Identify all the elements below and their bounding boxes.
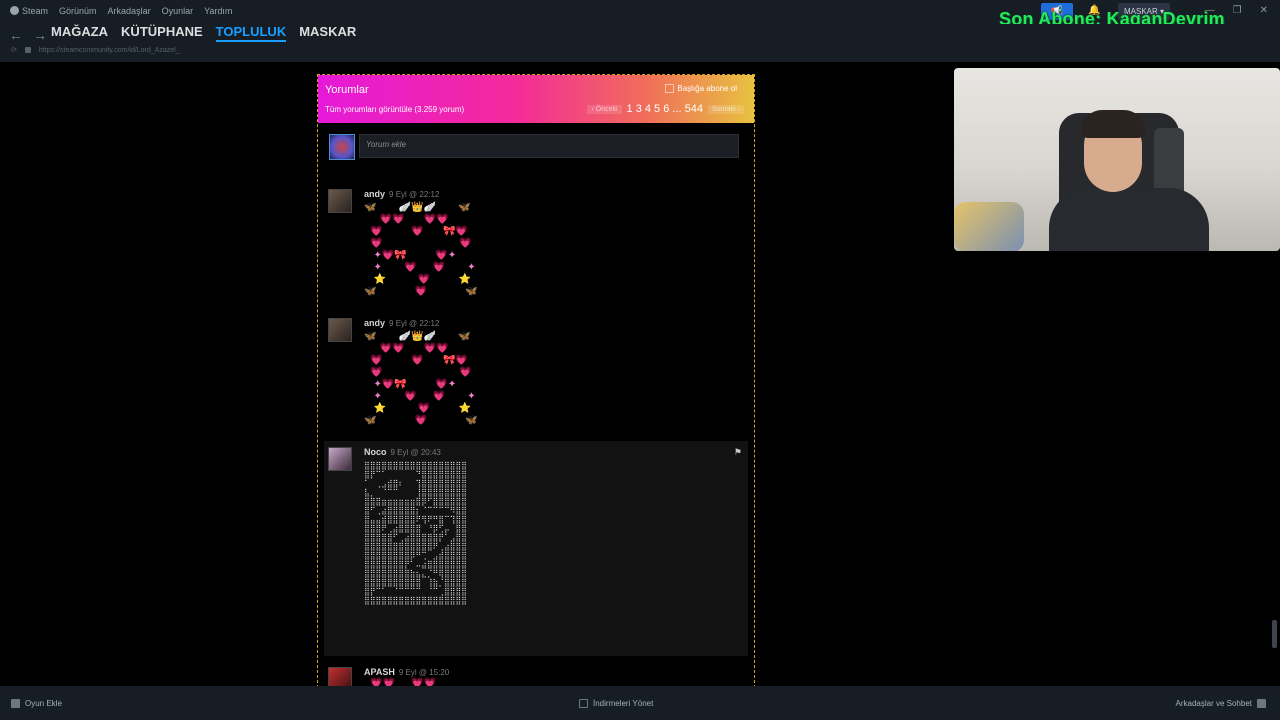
maximize-icon[interactable]: ❐	[1233, 5, 1242, 16]
friends-chat-button[interactable]: Arkadaşlar ve Sohbet	[1175, 699, 1266, 708]
commenter-name-text: APASH	[364, 667, 395, 677]
comment-input[interactable]: Yorum ekle	[359, 134, 739, 158]
menu-help[interactable]: Yardım	[204, 6, 232, 16]
menu-games[interactable]: Oyunlar	[162, 6, 194, 16]
top-menu: Steam Görünüm Arkadaşlar Oyunlar Yardım	[10, 6, 232, 16]
pagination: ‹ Önceki 1 3 4 5 6 ... 544 Sonraki ›	[587, 103, 744, 115]
comment-text: 🦋 🪽👑🪽 🦋 💗💗 💗💗 💗 💗 🎀💗 💗 💗 ✦💗🎀 💗✦ ✦ 💗 💗 ✦ …	[364, 202, 478, 297]
back-arrow-icon[interactable]: ←	[9, 27, 23, 43]
commenter-name-text: andy	[364, 318, 386, 328]
commenter-avatar[interactable]	[328, 189, 352, 213]
subscribe-checkbox[interactable]	[665, 84, 675, 93]
page-scrollbar[interactable]	[1272, 620, 1277, 648]
report-flag-icon[interactable]: ⚑	[734, 447, 742, 458]
steam-logo-icon	[10, 6, 19, 15]
comment-date: 9 Eyl @ 22:12	[389, 190, 440, 199]
tab-library[interactable]: KÜTÜPHANE	[121, 24, 203, 42]
menu-steam-label: Steam	[22, 6, 49, 16]
manage-downloads-label: İndirmeleri Yönet	[593, 699, 654, 708]
tab-store[interactable]: MAĞAZA	[51, 24, 108, 42]
forward-arrow-icon[interactable]: →	[33, 27, 47, 43]
main-tabs: MAĞAZA KÜTÜPHANE TOPLULUK MASKAR	[51, 24, 356, 42]
menu-view[interactable]: Görünüm	[59, 6, 97, 16]
menu-steam[interactable]: Steam	[10, 6, 48, 16]
friends-chat-label: Arkadaşlar ve Sohbet	[1175, 699, 1253, 708]
comment-item: andy 9 Eyl @ 22:12 🦋 🪽👑🪽 🦋 💗💗 💗💗 💗 💗 🎀💗 💗…	[324, 183, 748, 308]
comment-text: ⣿⣿⣿⣿⣿⣿⣿⣿⣿⣿⣿⣿⣿⣿⣿⣿⣿⣿ ⣿⡟⠉⠁⠀⠀⠀⠀⠀⠙⣿⣿⣿⣿⣿⣿⣿⣿ ⠁⠀…	[364, 461, 467, 605]
webcam-overlay	[954, 68, 1280, 251]
my-avatar	[329, 134, 355, 160]
webcam-background-object	[954, 202, 1024, 251]
page-links[interactable]: 1 3 4 5 6 ... 544	[627, 103, 703, 115]
history-arrows: ← →	[9, 27, 47, 43]
commenter-name[interactable]: andy 9 Eyl @ 22:12	[364, 189, 439, 199]
bottom-bar: Oyun Ekle İndirmeleri Yönet Arkadaşlar v…	[0, 686, 1280, 720]
comment-item: APASH 9 Eyl @ 15:20 💗💗 💗💗	[324, 663, 748, 687]
add-game-button[interactable]: Oyun Ekle	[11, 699, 62, 708]
comments-panel: Yorumlar Tüm yorumları görüntüle (3.259 …	[317, 74, 755, 688]
prev-page-button[interactable]: ‹ Önceki	[587, 104, 622, 114]
steam-nav: ← → MAĞAZA KÜTÜPHANE TOPLULUK MASKAR ⟳ h…	[0, 24, 1280, 62]
menu-friends[interactable]: Arkadaşlar	[108, 6, 151, 16]
manage-downloads-button[interactable]: İndirmeleri Yönet	[579, 699, 653, 708]
comment-item: andy 9 Eyl @ 22:12 🦋 🪽👑🪽 🦋 💗💗 💗💗 💗 💗 🎀💗 💗…	[324, 312, 748, 437]
tab-profile[interactable]: MASKAR	[299, 24, 356, 42]
commenter-name[interactable]: APASH 9 Eyl @ 15:20	[364, 667, 449, 677]
comments-title: Yorumlar	[325, 84, 369, 96]
comment-item: Noco 9 Eyl @ 20:43 ⚑ ⣿⣿⣿⣿⣿⣿⣿⣿⣿⣿⣿⣿⣿⣿⣿⣿⣿⣿ ⣿…	[324, 441, 748, 656]
comment-date: 9 Eyl @ 15:20	[398, 668, 450, 677]
commenter-name-text: Noco	[364, 447, 387, 457]
commenter-name-text: andy	[364, 189, 386, 199]
url-row: ⟳ https://steamcommunity.com/id/Lord_Aza…	[11, 46, 180, 55]
commenter-avatar[interactable]	[328, 318, 352, 342]
chat-icon	[1257, 699, 1266, 708]
tab-community[interactable]: TOPLULUK	[215, 24, 287, 42]
webcam-person-hair	[1081, 110, 1145, 138]
commenter-avatar[interactable]	[328, 447, 352, 471]
page-url[interactable]: https://steamcommunity.com/id/Lord_Azaze…	[39, 47, 180, 54]
comment-date: 9 Eyl @ 20:43	[390, 448, 441, 457]
view-all-comments-link[interactable]: Tüm yorumları görüntüle (3.259 yorum)	[325, 105, 464, 114]
commenter-name[interactable]: Noco 9 Eyl @ 20:43	[364, 447, 441, 457]
commenter-avatar[interactable]	[328, 667, 352, 687]
download-icon	[579, 699, 588, 708]
commenter-name[interactable]: andy 9 Eyl @ 22:12	[364, 318, 439, 328]
comment-text: 🦋 🪽👑🪽 🦋 💗💗 💗💗 💗 💗 🎀💗 💗 💗 ✦💗🎀 💗✦ ✦ 💗 💗 ✦ …	[364, 331, 478, 426]
comment-date: 9 Eyl @ 22:12	[389, 319, 440, 328]
reload-icon[interactable]: ⟳	[11, 46, 17, 54]
subscribe-thread[interactable]: Başlığa abone ol	[665, 84, 737, 93]
close-icon[interactable]: ✕	[1260, 5, 1268, 16]
webcam-person-body	[1049, 188, 1209, 251]
next-page-button[interactable]: Sonraki ›	[707, 104, 744, 114]
add-game-label: Oyun Ekle	[25, 699, 62, 708]
comments-header: Yorumlar Tüm yorumları görüntüle (3.259 …	[318, 75, 754, 123]
lock-icon	[24, 47, 31, 53]
plus-icon	[11, 699, 20, 708]
subscribe-label: Başlığa abone ol	[677, 84, 737, 93]
